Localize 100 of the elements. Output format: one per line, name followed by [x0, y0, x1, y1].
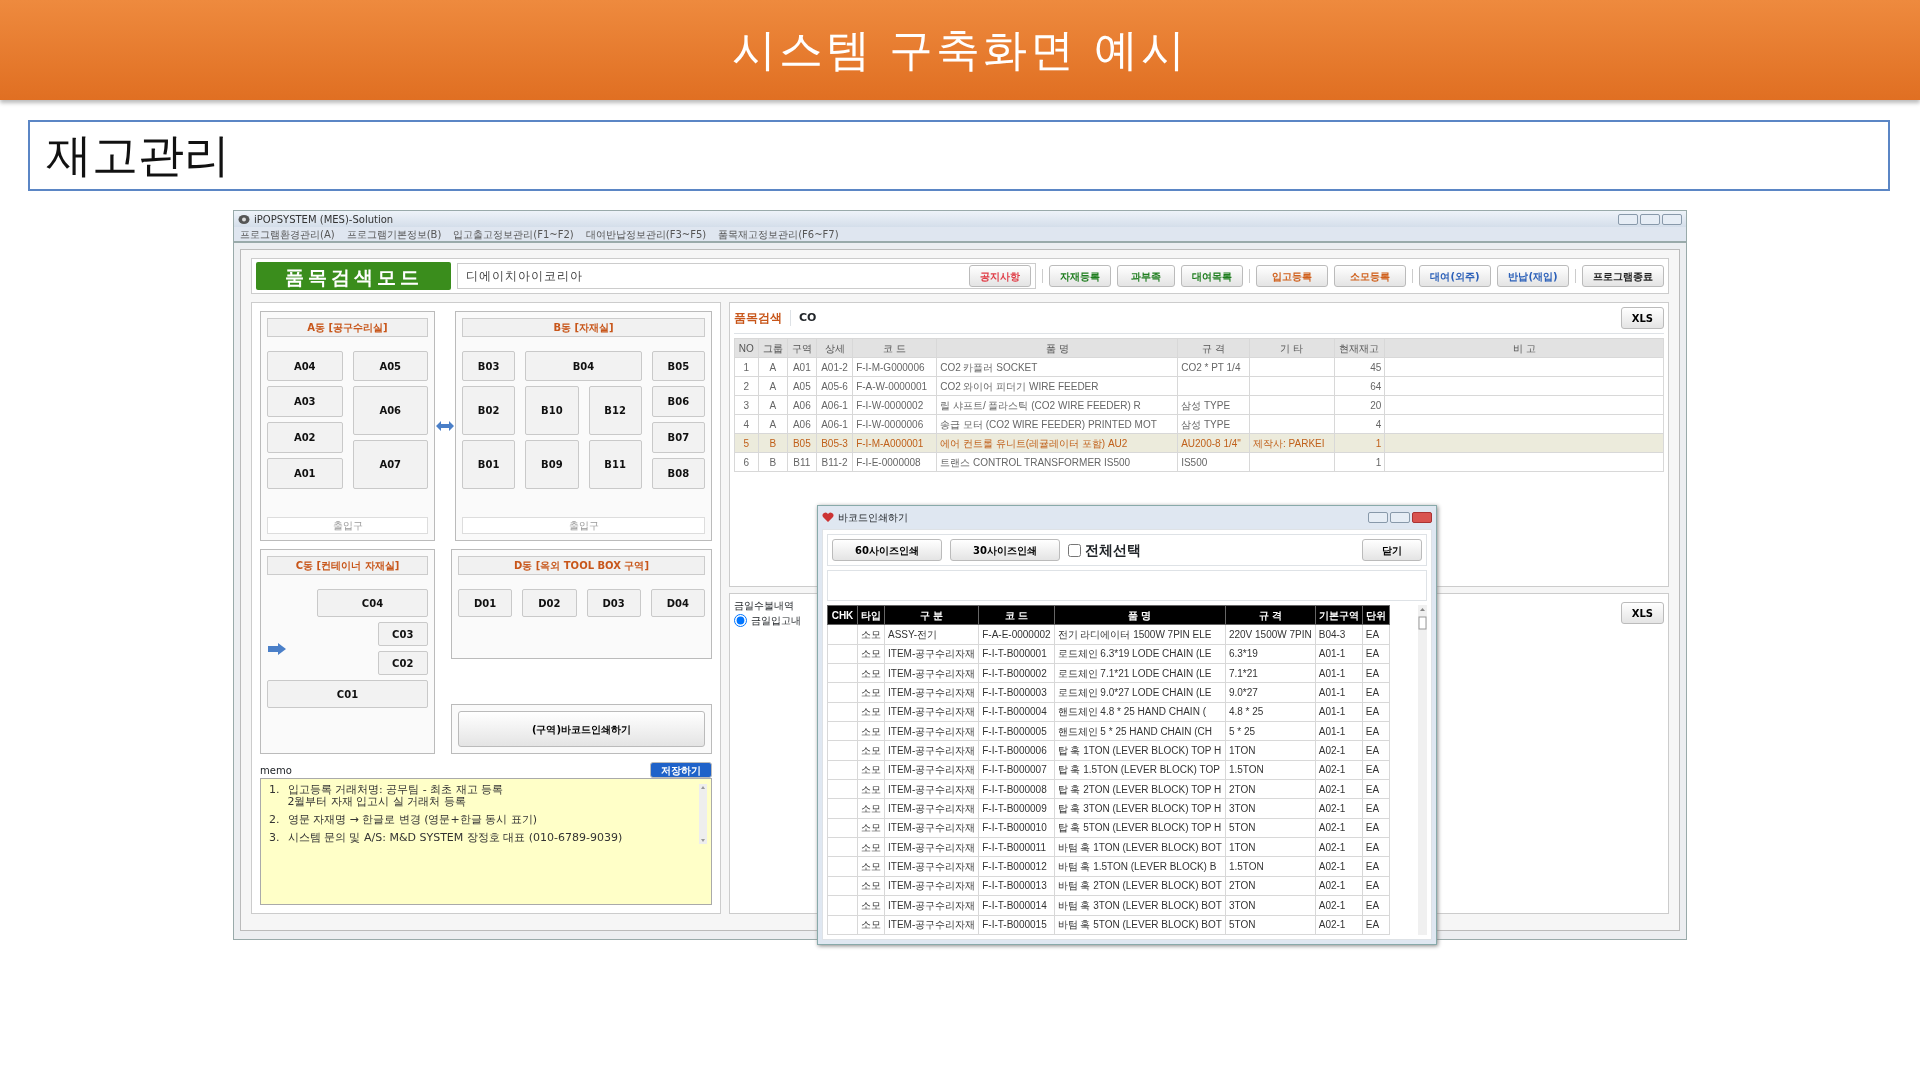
- entrance-label: 출입구: [462, 517, 705, 534]
- column-header[interactable]: 단위: [1362, 605, 1390, 625]
- zone-button[interactable]: D02: [522, 589, 577, 617]
- table-cell: A06-1: [816, 395, 853, 415]
- slide-title: 시스템 구축화면 예시: [731, 23, 1189, 77]
- zone-button[interactable]: A07: [352, 440, 428, 489]
- toolbar-button[interactable]: 대여목록: [1181, 265, 1243, 287]
- column-header[interactable]: CHK: [827, 605, 858, 625]
- zone-button[interactable]: C02: [377, 651, 428, 675]
- zone-button[interactable]: D03: [586, 589, 641, 617]
- close-button[interactable]: [1662, 213, 1682, 225]
- toolbar-button[interactable]: 대여(외주): [1419, 265, 1491, 287]
- zone-button[interactable]: B09: [525, 440, 579, 489]
- zone-button[interactable]: C01: [267, 680, 428, 708]
- barcode-input-field[interactable]: [827, 570, 1427, 601]
- column-header[interactable]: 품 명: [936, 338, 1178, 358]
- memo-number: 3.: [269, 832, 280, 845]
- zone-button[interactable]: B07: [651, 422, 705, 453]
- table-cell: F-I-E-0000008: [852, 452, 937, 472]
- menu-item[interactable]: 품목재고정보관리(F6~F7): [718, 226, 839, 242]
- table-cell: A05-6: [816, 376, 853, 396]
- toolbar-button[interactable]: 반납(재입): [1497, 265, 1569, 287]
- column-header[interactable]: 기 타: [1249, 338, 1335, 358]
- search-field[interactable]: CO: [790, 309, 1613, 327]
- select-all-checkbox[interactable]: [1068, 543, 1081, 557]
- zone-button[interactable]: B08: [651, 458, 705, 489]
- zone-button[interactable]: B03: [462, 351, 516, 381]
- column-header[interactable]: 코 드: [852, 338, 937, 358]
- xls-button[interactable]: XLS: [1620, 602, 1664, 624]
- zone-button[interactable]: A02: [267, 422, 343, 453]
- column-header[interactable]: 규 격: [1225, 605, 1316, 625]
- zone-button[interactable]: A04: [267, 351, 343, 381]
- column-header[interactable]: 그룹: [758, 338, 788, 358]
- maximize-button[interactable]: [1389, 512, 1410, 523]
- xls-button[interactable]: XLS: [1620, 307, 1664, 329]
- menu-item[interactable]: 프로그램환경관리(A): [240, 226, 335, 242]
- column-header[interactable]: 규 격: [1177, 338, 1250, 358]
- column-header[interactable]: 품 명: [1054, 605, 1226, 625]
- menu-item[interactable]: 입고출고정보관리(F1~F2): [453, 226, 574, 242]
- memo-number: 1.: [269, 784, 280, 798]
- column-header[interactable]: 기본구역: [1315, 605, 1363, 625]
- zone-button[interactable]: B01: [462, 440, 516, 489]
- company-field[interactable]: 디에이치아이코리아 공지사항: [457, 263, 1036, 289]
- company-name: 디에이치아이코리아: [466, 268, 584, 285]
- radio-button[interactable]: [734, 614, 747, 627]
- zone-button[interactable]: B04: [525, 351, 642, 381]
- column-header[interactable]: 현재재고: [1334, 338, 1385, 358]
- zone-title: C동 [컨테이너 자재실]: [267, 556, 428, 575]
- zone-button[interactable]: B12: [588, 386, 642, 435]
- menu-item[interactable]: 프로그램기본정보(B): [346, 226, 442, 242]
- zone-button[interactable]: A05: [352, 351, 428, 381]
- table-cell: 4: [1334, 414, 1385, 434]
- window-title: iPOPSYSTEM (MES)-Solution: [254, 212, 394, 227]
- zone-button[interactable]: A06: [352, 386, 428, 435]
- column-header[interactable]: 구 분: [884, 605, 979, 625]
- toolbar-button[interactable]: 자재등록: [1049, 265, 1111, 287]
- zone-button[interactable]: A03: [267, 386, 343, 417]
- table-cell: A01-2: [816, 357, 853, 377]
- history-label: 금일수불내역: [734, 599, 795, 613]
- save-button[interactable]: 저장하기: [650, 762, 712, 778]
- table-cell: A: [758, 395, 788, 415]
- zone-button[interactable]: B10: [525, 386, 579, 435]
- menu-item[interactable]: 대여반납정보관리(F3~F5): [585, 226, 707, 242]
- double-arrow-icon: [436, 421, 454, 431]
- close-button[interactable]: [1411, 512, 1432, 523]
- zone-button[interactable]: B06: [651, 386, 705, 417]
- column-header[interactable]: 상세: [816, 338, 853, 358]
- close-dialog-button[interactable]: 닫기: [1361, 539, 1422, 561]
- zone-button[interactable]: D04: [650, 589, 705, 617]
- zone-title: D동 [옥외 TOOL BOX 구역]: [458, 556, 705, 575]
- zone-title: B동 [자재실]: [462, 318, 705, 337]
- right-arrow-icon: [267, 641, 287, 656]
- table-cell: 20: [1334, 395, 1385, 415]
- search-label: 품목검색: [734, 310, 782, 327]
- maximize-button[interactable]: [1640, 213, 1660, 225]
- column-header[interactable]: NO: [734, 338, 759, 358]
- zone-button[interactable]: B11: [588, 440, 642, 489]
- minimize-button[interactable]: [1367, 512, 1388, 523]
- column-header[interactable]: 구역: [787, 338, 817, 358]
- table-cell: CO2 와이어 피더기 WIRE FEEDER: [936, 376, 1178, 396]
- notice-button[interactable]: 공지사항: [969, 265, 1031, 287]
- zone-button[interactable]: B05: [651, 351, 705, 381]
- column-header[interactable]: 타입: [857, 605, 885, 625]
- zone-button[interactable]: C03: [377, 622, 428, 646]
- mode-button[interactable]: 품목검색모드: [256, 262, 451, 290]
- table-cell: A: [758, 414, 788, 434]
- minimize-button[interactable]: [1618, 213, 1638, 225]
- zone-button[interactable]: C04: [317, 589, 428, 617]
- toolbar-button[interactable]: 과부족: [1117, 265, 1175, 287]
- column-header[interactable]: 비 고: [1384, 338, 1664, 358]
- zone-button[interactable]: D01: [458, 589, 513, 617]
- table-cell: A06: [787, 395, 817, 415]
- print-button[interactable]: 60사이즈인쇄: [832, 539, 942, 561]
- column-header[interactable]: 코 드: [978, 605, 1055, 625]
- zone-button[interactable]: B02: [462, 386, 516, 435]
- memo-field[interactable]: 1. 입고등록 거래처명: 공무팀 - 최초 재고 등록 2월부터 자재 입고시 실 거래처 등록 2. 영문 자재명 → 한글로 변경 (영문+한글 동시 표기) 3. 시스템 문의 및 A/S: M&D SYSTEM 장정호 대표 (010-6789-9039): [260, 778, 712, 905]
- barcode-print-button[interactable]: (구역)바코드인쇄하기: [458, 711, 705, 747]
- zone-button[interactable]: A01: [267, 458, 343, 489]
- toolbar-button[interactable]: 프로그램종료: [1582, 265, 1664, 287]
- print-button[interactable]: 30사이즈인쇄: [950, 539, 1060, 561]
